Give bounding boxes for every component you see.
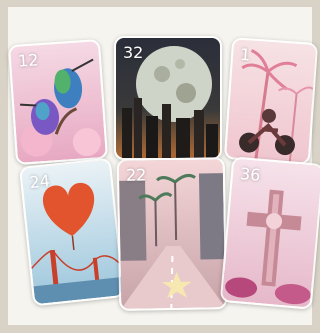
card-number: 22 [125, 165, 147, 185]
card-1[interactable]: 1 [223, 37, 319, 165]
card-number: 24 [28, 171, 51, 193]
card-number: 1 [239, 44, 252, 65]
card-number: 36 [239, 164, 262, 185]
card-number: 12 [17, 50, 40, 71]
card-12[interactable]: 12 [7, 38, 109, 166]
card-32[interactable]: 32 [114, 36, 222, 160]
card-36[interactable]: 36 [219, 156, 320, 310]
card-number: 32 [123, 43, 144, 62]
card-24[interactable]: 24 [18, 157, 126, 307]
card-22[interactable]: 22 [116, 157, 228, 311]
cross-icon [221, 158, 320, 308]
